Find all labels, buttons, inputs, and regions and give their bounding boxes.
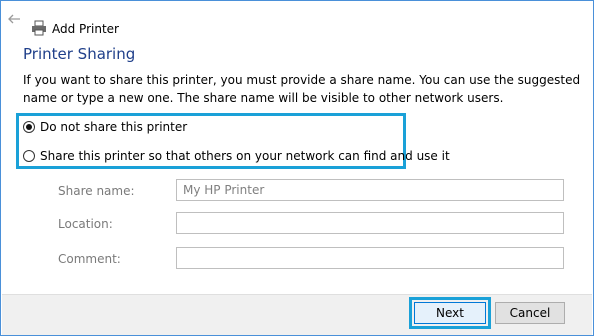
radio-button-unchecked[interactable]	[23, 150, 35, 162]
comment-label: Comment:	[58, 252, 121, 266]
next-button[interactable]: Next	[414, 302, 486, 324]
share-name-label: Share name:	[58, 184, 135, 198]
radio-do-not-share[interactable]: Do not share this printer	[23, 120, 187, 134]
location-field[interactable]	[176, 212, 564, 234]
share-name-field[interactable]: My HP Printer	[176, 179, 564, 201]
title-bar: Add Printer	[1, 1, 593, 36]
window-title: Add Printer	[52, 22, 119, 36]
radio-share-printer[interactable]: Share this printer so that others on you…	[23, 149, 450, 163]
location-label: Location:	[58, 217, 113, 231]
page-heading: Printer Sharing	[23, 45, 136, 63]
printer-icon	[32, 20, 46, 36]
radio-button-checked[interactable]	[23, 121, 35, 133]
page-description: If you want to share this printer, you m…	[23, 73, 581, 105]
radio-label: Do not share this printer	[40, 120, 188, 134]
comment-field[interactable]	[176, 247, 564, 269]
add-printer-window: Add Printer Printer Sharing If you want …	[0, 0, 594, 336]
radio-label: Share this printer so that others on you…	[40, 149, 450, 163]
back-arrow-icon[interactable]	[7, 14, 21, 24]
cancel-button[interactable]: Cancel	[495, 302, 565, 324]
